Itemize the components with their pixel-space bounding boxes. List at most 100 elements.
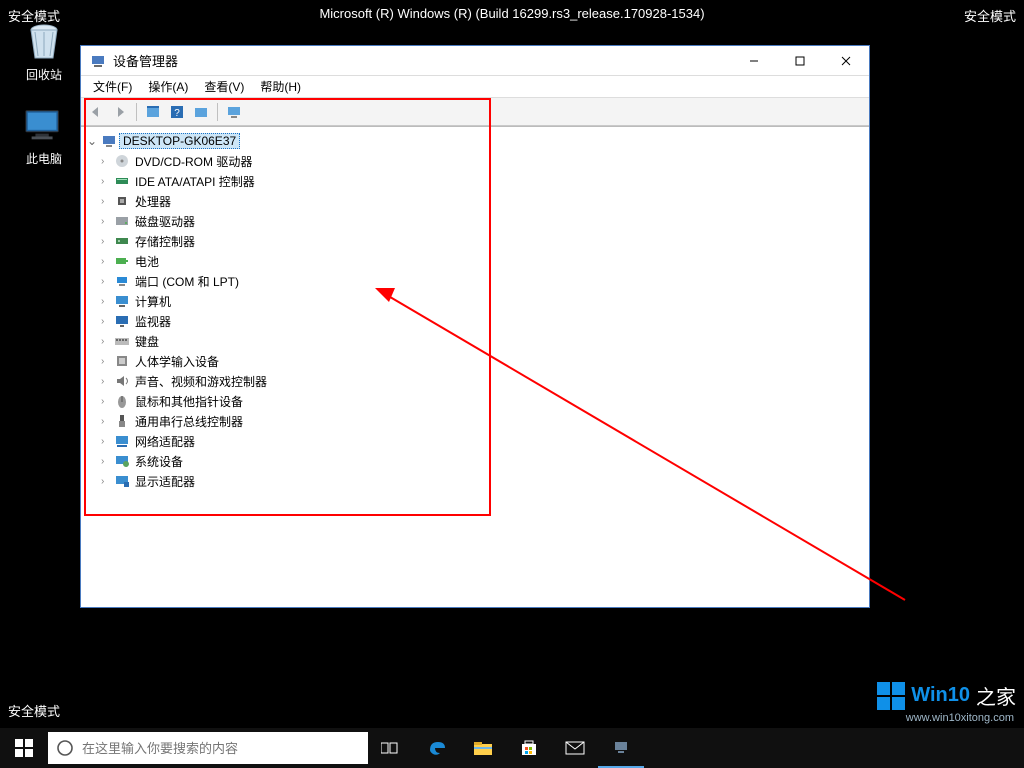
device-tree[interactable]: ⌄ DESKTOP-GK06E37 › DVD/CD-ROM 驱动器 › IDE AT… [81, 126, 869, 607]
tree-node[interactable]: › 人体学输入设备 [83, 351, 867, 371]
chevron-right-icon[interactable]: › [101, 156, 113, 167]
tree-node[interactable]: ›存储控制器 [83, 231, 867, 251]
taskbar-search[interactable] [48, 732, 368, 764]
chevron-right-icon[interactable]: › [101, 196, 113, 207]
tree-node[interactable]: › 通用串行总线控制器 [83, 411, 867, 431]
device-manager-task-button[interactable] [598, 728, 644, 768]
tree-node[interactable]: › 磁盘驱动器 [83, 211, 867, 231]
mail-button[interactable] [552, 728, 598, 768]
chevron-right-icon[interactable]: › [101, 276, 113, 287]
tree-node[interactable]: › IDE ATA/ATAPI 控制器 [83, 171, 867, 191]
chevron-right-icon[interactable]: › [101, 356, 113, 367]
tree-node-label: 声音、视频和游戏控制器 [131, 373, 267, 390]
tree-node-label: DVD/CD-ROM 驱动器 [131, 153, 252, 170]
audio-icon [113, 373, 131, 389]
taskbar [0, 728, 1024, 768]
tree-node[interactable]: › 电池 [83, 251, 867, 271]
tree-node-label: IDE ATA/ATAPI 控制器 [131, 173, 255, 190]
store-button[interactable] [506, 728, 552, 768]
tree-node-label: 处理器 [131, 193, 171, 210]
tree-node-label: 计算机 [131, 293, 171, 310]
build-string: Microsoft (R) Windows (R) (Build 16299.r… [0, 6, 1024, 21]
recycle-bin-icon[interactable]: 回收站 [12, 22, 76, 83]
window-title: 设备管理器 [113, 51, 731, 70]
edge-button[interactable] [414, 728, 460, 768]
chevron-down-icon[interactable]: ⌄ [85, 134, 99, 148]
port-icon [113, 273, 131, 289]
this-pc-icon[interactable]: 此电脑 [12, 106, 76, 167]
cortana-icon[interactable] [48, 739, 82, 757]
pc-monitor-icon [24, 106, 64, 146]
tree-node[interactable]: › 处理器 [83, 191, 867, 211]
chevron-right-icon[interactable]: › [101, 476, 113, 487]
search-input[interactable] [82, 741, 368, 756]
tree-node[interactable]: › 网络适配器 [83, 431, 867, 451]
tree-node[interactable]: › 键盘 [83, 331, 867, 351]
tree-node[interactable]: › DVD/CD-ROM 驱动器 [83, 151, 867, 171]
chevron-right-icon[interactable]: › [101, 336, 113, 347]
forward-button[interactable] [109, 101, 131, 123]
tree-node[interactable]: ›端口 (COM 和 LPT) [83, 271, 867, 291]
tree-node[interactable]: ›系统设备 [83, 451, 867, 471]
dvd-icon [113, 153, 131, 169]
tree-node[interactable]: › 声音、视频和游戏控制器 [83, 371, 867, 391]
help-button[interactable]: ? [166, 101, 188, 123]
tree-node-label: 鼠标和其他指针设备 [131, 393, 243, 410]
start-button[interactable] [0, 728, 48, 768]
menu-file[interactable]: 文件(F) [85, 78, 140, 95]
chevron-right-icon[interactable]: › [101, 216, 113, 227]
chevron-right-icon[interactable]: › [101, 416, 113, 427]
refresh-button[interactable] [190, 101, 212, 123]
chevron-right-icon[interactable]: › [101, 236, 113, 247]
tree-node-label: 磁盘驱动器 [131, 213, 195, 230]
maximize-button[interactable] [777, 46, 823, 75]
monitor-icon [113, 313, 131, 329]
trash-icon [24, 22, 64, 62]
task-view-button[interactable] [368, 728, 414, 768]
chevron-right-icon[interactable]: › [101, 376, 113, 387]
monitor-button[interactable] [223, 101, 245, 123]
network-icon [113, 433, 131, 449]
battery-icon [113, 253, 131, 269]
keyboard-icon [113, 333, 131, 349]
tree-node[interactable]: › 计算机 [83, 291, 867, 311]
svg-text:?: ? [174, 108, 180, 119]
file-explorer-button[interactable] [460, 728, 506, 768]
chevron-right-icon[interactable]: › [101, 176, 113, 187]
this-pc-label: 此电脑 [12, 150, 76, 167]
titlebar[interactable]: 设备管理器 [81, 46, 869, 76]
tree-node-label: 电池 [131, 253, 159, 270]
tree-node[interactable]: › 鼠标和其他指针设备 [83, 391, 867, 411]
menubar: 文件(F) 操作(A) 查看(V) 帮助(H) [81, 76, 869, 98]
display-icon [113, 473, 131, 489]
chevron-right-icon[interactable]: › [101, 316, 113, 327]
tree-node[interactable]: › 显示适配器 [83, 471, 867, 491]
chevron-right-icon[interactable]: › [101, 396, 113, 407]
tree-node-label: 显示适配器 [131, 473, 195, 490]
menu-help[interactable]: 帮助(H) [252, 78, 309, 95]
menu-action[interactable]: 操作(A) [140, 78, 196, 95]
menu-view[interactable]: 查看(V) [196, 78, 252, 95]
tree-node-label: 键盘 [131, 333, 159, 350]
tree-node-label: 通用串行总线控制器 [131, 413, 243, 430]
chevron-right-icon[interactable]: › [101, 456, 113, 467]
windows-logo-icon [877, 682, 905, 710]
watermark: Win10 之家 [877, 681, 1016, 710]
device-manager-window: 设备管理器 文件(F) 操作(A) 查看(V) 帮助(H) ? ⌄ DESKTO… [80, 45, 870, 608]
tree-root[interactable]: ⌄ DESKTOP-GK06E37 [83, 131, 867, 151]
chevron-right-icon[interactable]: › [101, 436, 113, 447]
usb-icon [113, 413, 131, 429]
back-button[interactable] [85, 101, 107, 123]
tree-node-label: 监视器 [131, 313, 171, 330]
system-icon [113, 453, 131, 469]
minimize-button[interactable] [731, 46, 777, 75]
tree-node[interactable]: › 监视器 [83, 311, 867, 331]
root-node-label[interactable]: DESKTOP-GK06E37 [119, 133, 240, 149]
close-button[interactable] [823, 46, 869, 75]
properties-button[interactable] [142, 101, 164, 123]
chevron-right-icon[interactable]: › [101, 296, 113, 307]
tree-node-label: 网络适配器 [131, 433, 195, 450]
chevron-right-icon[interactable]: › [101, 256, 113, 267]
tree-node-label: 人体学输入设备 [131, 353, 219, 370]
app-icon [89, 52, 107, 70]
